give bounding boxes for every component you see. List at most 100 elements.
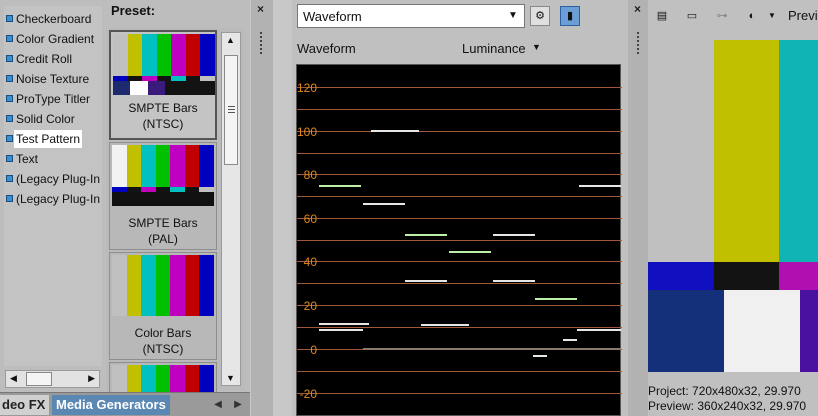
tab-video-fx[interactable]: deo FX — [0, 395, 50, 415]
scope-settings-icon[interactable]: ⚙ — [530, 6, 550, 26]
color-bar — [714, 40, 779, 262]
scope-title: Waveform — [297, 41, 356, 56]
video-preview-panel: ▤ ▭ ⊶ ◐ ▼ Previ Project: 720x480x32, 29.… — [648, 0, 818, 416]
chevron-down-icon[interactable]: ▼ — [762, 7, 782, 25]
waveform-trace — [563, 339, 577, 341]
waveform-trace — [405, 234, 447, 236]
scroll-up-arrow-icon[interactable]: ▲ — [226, 35, 235, 45]
preview-resolution-info: Preview: 360x240x32, 29.970 — [648, 399, 807, 413]
drag-grip-icon[interactable] — [260, 32, 263, 54]
drag-grip-icon[interactable] — [637, 32, 640, 54]
grid-line — [297, 131, 622, 132]
overlay-icon[interactable]: ◐ — [742, 7, 762, 25]
update-scopes-icon[interactable]: ▮ — [560, 6, 580, 26]
preset-label-line1: Color Bars — [134, 326, 192, 340]
scope-mode-select[interactable]: Luminance — [462, 41, 526, 56]
split-screen-icon[interactable]: ⊶ — [712, 7, 732, 25]
scale-label: 100 — [297, 125, 318, 139]
grid-line — [297, 327, 622, 328]
chevron-down-icon: ▼ — [508, 10, 518, 21]
tab-scroll-left-icon[interactable]: ◀ — [210, 397, 226, 413]
waveform-trace — [363, 348, 621, 350]
scale-label: 120 — [297, 81, 318, 95]
project-info: Project: 720x480x32, 29.970 — [648, 384, 801, 398]
waveform-trace — [449, 251, 491, 253]
generator-item-color-gradient[interactable]: Color Gradient — [4, 30, 102, 48]
window-tab-bar: deo FX Media Generators ◀ ▶ — [0, 392, 250, 416]
generator-plugin-icon — [6, 15, 13, 22]
waveform-trace — [405, 280, 447, 282]
waveform-trace — [493, 234, 535, 236]
castellation — [648, 262, 714, 290]
waveform-trace — [493, 280, 535, 282]
close-icon[interactable]: × — [257, 2, 264, 16]
preview-properties-icon[interactable]: ▤ — [652, 7, 672, 25]
preset-thumbnail — [113, 34, 215, 95]
chevron-down-icon[interactable]: ▼ — [532, 42, 541, 52]
generator-item-text[interactable]: Text — [4, 150, 102, 168]
generator-item-solid-color[interactable]: Solid Color — [4, 110, 102, 128]
generator-plugin-icon — [6, 175, 13, 182]
pluge-block — [800, 290, 818, 372]
generator-item-credit-roll[interactable]: Credit Roll — [4, 50, 102, 68]
preview-quality-label[interactable]: Previ — [788, 8, 818, 23]
scope-type-select[interactable]: Waveform ▼ — [297, 4, 525, 28]
generator-list-hscrollbar[interactable]: ◀ ▶ — [5, 370, 100, 388]
scroll-left-arrow-icon[interactable]: ◀ — [10, 373, 17, 384]
pluge-block — [648, 290, 724, 372]
preset-tile-smpte-ntsc[interactable]: SMPTE Bars (NTSC) — [109, 30, 217, 140]
scale-label: 80 — [303, 168, 317, 182]
tab-media-generators[interactable]: Media Generators — [52, 395, 170, 415]
generator-item-legacy-plugin-1[interactable]: (Legacy Plug-In — [4, 170, 102, 188]
generator-plugin-icon — [6, 155, 13, 162]
waveform-trace — [319, 329, 363, 331]
generator-item-noise-texture[interactable]: Noise Texture — [4, 70, 102, 88]
color-bar — [779, 40, 818, 262]
scrollbar-thumb[interactable] — [26, 372, 52, 386]
preset-scrollbar[interactable]: ▲ ▼ — [221, 32, 241, 386]
waveform-display: 120 100 80 60 40 20 0 -20 — [296, 64, 622, 416]
preset-tile-color-bars-ntsc[interactable]: Color Bars (NTSC) — [109, 252, 217, 360]
generator-plugin-icon — [6, 55, 13, 62]
waveform-trace — [533, 355, 547, 357]
grid-line — [297, 261, 622, 262]
waveform-trace — [577, 329, 621, 331]
generator-plugin-icon — [6, 195, 13, 202]
dock-splitter[interactable]: × — [628, 0, 648, 416]
generator-plugin-icon — [6, 35, 13, 42]
grid-line — [297, 153, 622, 154]
scrollbar-thumb[interactable] — [224, 55, 238, 165]
preset-label-line2: (NTSC) — [142, 117, 184, 131]
preset-label-line1: SMPTE Bars — [128, 101, 198, 115]
color-bar — [648, 40, 714, 262]
waveform-trace — [319, 185, 361, 187]
scale-label: -20 — [299, 387, 317, 401]
waveform-trace — [319, 323, 369, 325]
scroll-down-arrow-icon[interactable]: ▼ — [226, 373, 235, 383]
grid-line — [297, 393, 622, 394]
scale-label: 20 — [303, 299, 317, 313]
preset-tile-smpte-pal[interactable]: SMPTE Bars (PAL) — [109, 142, 217, 250]
generator-plugin-icon — [6, 115, 13, 122]
grid-line — [297, 109, 622, 110]
grid-line — [297, 371, 622, 372]
generator-list: Checkerboard Color Gradient Credit Roll … — [4, 6, 102, 366]
external-monitor-icon[interactable]: ▭ — [682, 7, 702, 25]
generator-item-checkerboard[interactable]: Checkerboard — [4, 10, 102, 28]
generator-item-test-pattern[interactable]: Test Pattern — [4, 130, 102, 148]
scroll-right-arrow-icon[interactable]: ▶ — [88, 373, 95, 384]
grid-line — [297, 87, 622, 88]
generator-plugin-icon — [6, 75, 13, 82]
preset-thumbnail — [112, 145, 214, 206]
dock-splitter[interactable]: × — [251, 0, 273, 416]
generator-item-protype-titler[interactable]: ProType Titler — [4, 90, 102, 108]
tab-scroll-right-icon[interactable]: ▶ — [230, 397, 246, 413]
close-icon[interactable]: × — [634, 2, 641, 16]
preview-video-frame — [648, 40, 818, 372]
preset-thumbnail — [112, 365, 214, 395]
waveform-trace — [579, 185, 621, 187]
generator-plugin-icon — [6, 135, 13, 142]
castellation — [779, 262, 818, 290]
generator-item-legacy-plugin-2[interactable]: (Legacy Plug-In — [4, 190, 102, 208]
grid-line — [297, 196, 622, 197]
